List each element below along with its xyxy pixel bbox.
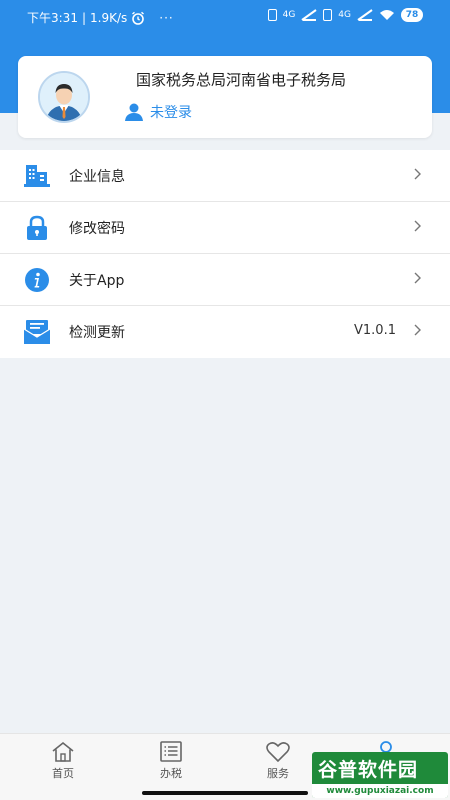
status-bar: 下午3:31 | 1.9K/s ··· 4G 4G 78 [0, 0, 450, 33]
alarm-icon [132, 11, 145, 25]
menu-item-change-password[interactable]: 修改密码 [0, 202, 450, 254]
login-button[interactable]: 未登录 [124, 102, 192, 122]
chevron-right-icon [414, 324, 421, 336]
lock-icon [27, 215, 47, 240]
profile-card: 国家税务总局河南省电子税务局 未登录 [18, 56, 432, 138]
list-icon [160, 741, 182, 762]
network-type-1: 4G [282, 10, 296, 20]
tab-label: 首页 [52, 767, 74, 780]
tab-label: 办税 [160, 767, 182, 780]
chevron-right-icon [414, 168, 421, 180]
battery-icon: 78 [401, 8, 423, 22]
network-type-2: 4G [338, 10, 351, 20]
status-right: 4G 4G 78 [267, 8, 423, 22]
login-status-text: 未登录 [150, 105, 192, 121]
tab-tax[interactable]: 办税 [136, 740, 206, 781]
sim-icon-2 [323, 9, 333, 21]
signal-icon-2 [357, 9, 373, 21]
wifi-icon [380, 10, 394, 20]
signal-icon [301, 9, 317, 21]
info-icon [25, 268, 49, 292]
chevron-right-icon [414, 272, 421, 284]
menu-item-label: 关于App [69, 273, 125, 289]
watermark-logo: 谷普软件园 www.gupuxiazai.com [312, 752, 448, 798]
status-left: 下午3:31 | 1.9K/s ··· [27, 9, 174, 26]
menu-item-label: 检测更新 [69, 325, 125, 341]
tab-service[interactable]: 服务 [243, 740, 313, 781]
tab-home[interactable]: 首页 [28, 740, 98, 781]
home-indicator[interactable] [142, 791, 308, 795]
building-icon [24, 165, 50, 187]
heart-icon [266, 742, 290, 763]
sim-icon [267, 9, 277, 21]
menu-item-label: 企业信息 [69, 169, 125, 185]
menu-item-about-app[interactable]: 关于App [0, 254, 450, 306]
org-title: 国家税务总局河南省电子税务局 [136, 71, 347, 89]
menu-item-company-info[interactable]: 企业信息 [0, 150, 450, 202]
mail-update-icon [23, 320, 51, 344]
status-more-dots: ··· [159, 10, 174, 25]
version-label: V1.0.1 [354, 323, 396, 338]
user-avatar-icon[interactable] [38, 71, 90, 123]
home-icon [52, 741, 74, 762]
watermark-logo-text: 谷普软件园 [318, 759, 419, 781]
person-icon [125, 103, 143, 121]
status-network-speed: 1.9K/s [90, 10, 128, 25]
tab-label: 服务 [267, 767, 289, 780]
status-separator: | [81, 10, 86, 25]
chevron-right-icon [414, 220, 421, 232]
status-time: 下午3:31 [27, 11, 78, 25]
menu-item-check-update[interactable]: 检测更新 V1.0.1 [0, 306, 450, 358]
menu-item-label: 修改密码 [69, 221, 125, 237]
watermark-url: www.gupuxiazai.com [312, 784, 448, 798]
settings-menu: 企业信息 修改密码 关于App 检测更新 V1.0.1 [0, 150, 450, 358]
